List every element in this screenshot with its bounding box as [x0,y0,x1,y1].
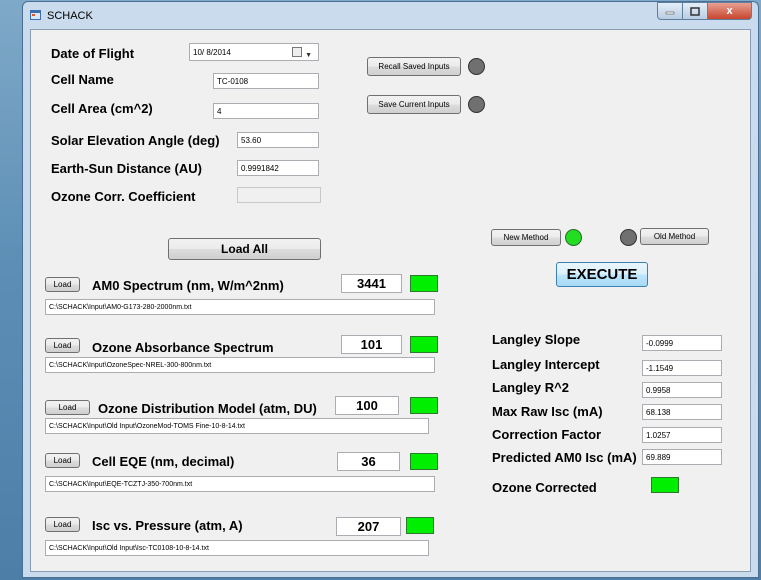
earth-sun-distance-label: Earth-Sun Distance (AU) [51,161,202,176]
title-bar[interactable]: SCHACK x [23,2,758,28]
load-am0-spectrum-button[interactable]: Load [45,277,80,292]
app-window: SCHACK x Date of Flight 10/ 8/2014 ▼ Cel… [22,1,759,578]
ozone-corrected-label: Ozone Corrected [492,480,597,495]
cell-area-label: Cell Area (cm^2) [51,101,153,116]
maximize-icon [690,6,700,16]
app-icon [30,10,41,20]
ozone-absorbance-status [410,336,438,353]
ozone-absorbance-path[interactable]: C:\SCHACK\Input\OzoneSpec-NREL-300-800nm… [45,357,435,373]
load-isc-pressure-button[interactable]: Load [45,517,80,532]
date-of-flight-picker[interactable]: 10/ 8/2014 ▼ [189,43,319,61]
solar-elevation-field[interactable]: 53.60 [237,132,319,148]
close-button[interactable]: x [708,2,752,20]
am0-spectrum-label: AM0 Spectrum (nm, W/m^2nm) [92,278,284,293]
ozone-absorbance-count: 101 [341,335,402,354]
predicted-am0-isc-label: Predicted AM0 Isc (mA) [492,450,637,465]
load-ozone-absorbance-button[interactable]: Load [45,338,80,353]
save-status-indicator [468,96,485,113]
cell-eqe-path[interactable]: C:\SCHACK\Input\EQE-TCZTJ-350-700nm.txt [45,476,435,492]
minimize-button[interactable] [657,2,683,20]
am0-spectrum-count: 3441 [341,274,402,293]
new-method-button[interactable]: New Method [491,229,561,246]
calendar-icon [292,47,302,57]
cell-name-label: Cell Name [51,72,114,87]
load-cell-eqe-button[interactable]: Load [45,453,80,468]
isc-pressure-path[interactable]: C:\SCHACK\Input\Old Input\Isc-TC0108-10-… [45,540,429,556]
langley-r2-value: 0.9958 [642,382,722,398]
load-all-button[interactable]: Load All [168,238,321,260]
old-method-indicator [620,229,637,246]
save-current-inputs-button[interactable]: Save Current Inputs [367,95,461,114]
maximize-button[interactable] [683,2,708,20]
ozone-absorbance-label: Ozone Absorbance Spectrum [92,340,274,355]
correction-factor-value: 1.0257 [642,427,722,443]
ozone-distribution-status [410,397,438,414]
execute-button[interactable]: EXECUTE [556,262,648,287]
cell-eqe-label: Cell EQE (nm, decimal) [92,454,235,469]
recall-status-indicator [468,58,485,75]
ozone-corrected-indicator [651,477,679,493]
langley-slope-value: -0.0999 [642,335,722,351]
am0-spectrum-path[interactable]: C:\SCHACK\Input\AM0-G173-280-2000nm.txt [45,299,435,315]
langley-r2-label: Langley R^2 [492,380,569,395]
window-title: SCHACK [47,10,93,22]
cell-eqe-count: 36 [337,452,400,471]
date-of-flight-label: Date of Flight [51,46,135,61]
solar-elevation-label: Solar Elevation Angle (deg) [51,133,220,148]
cell-eqe-status [410,453,438,470]
date-of-flight-value: 10/ 8/2014 [193,48,231,57]
ozone-distribution-label: Ozone Distribution Model (atm, DU) [98,401,317,416]
main-form: Date of Flight 10/ 8/2014 ▼ Cell Name TC… [30,29,751,572]
langley-intercept-label: Langley Intercept [492,357,600,372]
cell-area-field[interactable]: 4 [213,103,319,119]
old-method-button[interactable]: Old Method [640,228,709,245]
am0-spectrum-status [410,275,438,292]
isc-pressure-status [406,517,434,534]
ozone-coefficient-label: Ozone Corr. Coefficient [51,189,196,204]
max-raw-isc-label: Max Raw Isc (mA) [492,404,603,419]
load-ozone-distribution-button[interactable]: Load [45,400,90,415]
cell-name-field[interactable]: TC-0108 [213,73,319,89]
predicted-am0-isc-value: 69.889 [642,449,722,465]
minimize-icon [665,11,675,15]
ozone-distribution-path[interactable]: C:\SCHACK\Input\Old Input\OzoneMod-TOMS … [45,418,429,434]
langley-slope-label: Langley Slope [492,332,581,347]
isc-pressure-count: 207 [336,517,401,536]
earth-sun-distance-field[interactable]: 0.9991842 [237,160,319,176]
recall-saved-inputs-button[interactable]: Recall Saved Inputs [367,57,461,76]
close-icon: x [726,5,733,17]
isc-pressure-label: Isc vs. Pressure (atm, A) [92,518,243,533]
max-raw-isc-value: 68.138 [642,404,722,420]
ozone-distribution-count: 100 [335,396,399,415]
ozone-coefficient-field [237,187,321,203]
chevron-down-icon: ▼ [305,52,312,59]
correction-factor-label: Correction Factor [492,427,602,442]
langley-intercept-value: -1.1549 [642,360,722,376]
new-method-indicator [565,229,582,246]
